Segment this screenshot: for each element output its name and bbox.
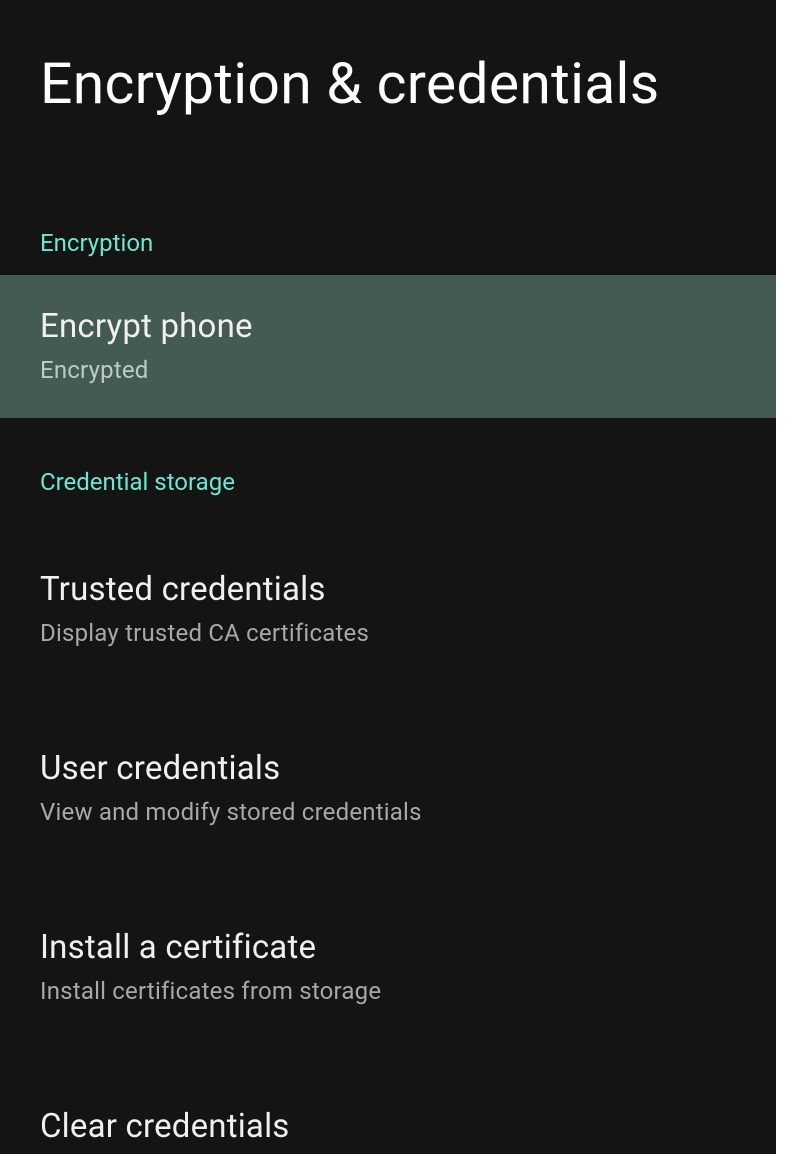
item-title: Clear credentials — [40, 1107, 736, 1146]
background-page: ro e oc N- — [776, 0, 802, 1154]
item-user-credentials[interactable]: User credentials View and modify stored … — [0, 721, 776, 856]
item-trusted-credentials[interactable]: Trusted credentials Display trusted CA c… — [0, 542, 776, 677]
item-encrypt-phone[interactable]: Encrypt phone Encrypted — [0, 275, 776, 418]
section-header-encryption: Encryption — [0, 229, 776, 257]
section-header-credential-storage: Credential storage — [0, 468, 776, 496]
item-subtitle: Install certificates from storage — [40, 977, 736, 1005]
item-subtitle: View and modify stored credentials — [40, 798, 736, 826]
item-title: Trusted credentials — [40, 570, 736, 609]
item-title: Install a certificate — [40, 928, 736, 967]
item-title: User credentials — [40, 749, 736, 788]
item-subtitle: Display trusted CA certificates — [40, 619, 736, 647]
settings-panel: Encryption & credentials Encryption Encr… — [0, 0, 776, 1154]
page-title: Encryption & credentials — [0, 0, 776, 119]
item-install-certificate[interactable]: Install a certificate Install certificat… — [0, 900, 776, 1035]
item-title: Encrypt phone — [40, 307, 736, 346]
item-clear-credentials[interactable]: Clear credentials Remove all certificate… — [0, 1079, 776, 1154]
item-subtitle: Encrypted — [40, 356, 736, 384]
